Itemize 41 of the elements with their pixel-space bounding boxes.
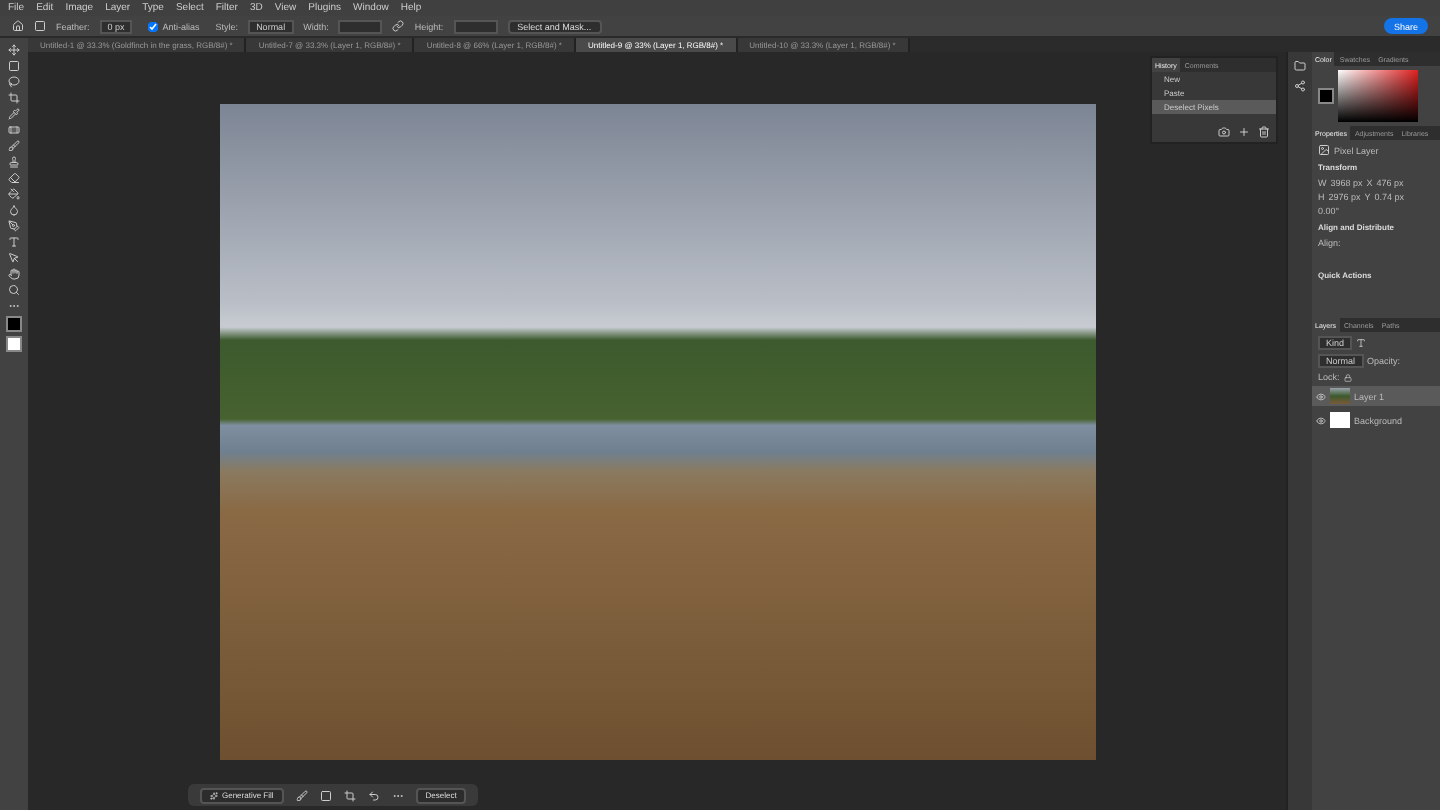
pointer-icon[interactable] [8,252,20,264]
stamp-icon[interactable] [8,156,20,168]
folder-icon[interactable] [1294,60,1306,72]
camera-icon[interactable] [1218,126,1230,138]
share-icon[interactable] [1294,80,1306,92]
crop-icon[interactable] [343,789,356,801]
eye-icon[interactable] [1316,391,1326,401]
paint-bucket-icon[interactable] [8,188,20,200]
eye-icon[interactable] [1316,415,1326,425]
pen-icon[interactable] [8,220,20,232]
lasso-icon[interactable] [8,76,20,88]
crop-icon[interactable] [8,92,20,104]
image-icon [1318,144,1330,156]
lock-icon[interactable] [1343,373,1352,381]
brush-icon[interactable] [8,140,20,152]
hand-icon[interactable] [8,268,20,280]
link-icon[interactable] [392,20,405,32]
background-color-swatch[interactable] [6,336,22,352]
brush-icon[interactable] [295,789,308,801]
bandage-icon[interactable] [8,124,20,136]
marquee-icon[interactable] [8,60,20,72]
zoom-icon[interactable] [8,284,20,296]
type-icon[interactable] [8,236,20,248]
square-icon[interactable] [319,789,332,801]
eraser-icon[interactable] [8,172,20,184]
home-icon[interactable] [12,20,24,32]
height-field[interactable] [453,19,498,33]
color-swatch[interactable] [1318,88,1334,104]
marquee-icon[interactable] [34,20,46,32]
foreground-color-swatch[interactable] [6,316,22,332]
type-icon[interactable] [1356,338,1367,348]
trash-icon[interactable] [1258,126,1270,138]
plus-icon[interactable] [1238,126,1250,138]
anti-alias-checkbox[interactable] [148,21,159,31]
eyedropper-icon[interactable] [8,108,20,120]
sparkle-icon [210,791,218,799]
color-picker[interactable] [1338,70,1418,122]
move-icon[interactable] [8,44,20,56]
width-field[interactable] [338,19,383,33]
undo-icon[interactable] [367,789,380,801]
droplet-icon[interactable] [8,204,20,216]
